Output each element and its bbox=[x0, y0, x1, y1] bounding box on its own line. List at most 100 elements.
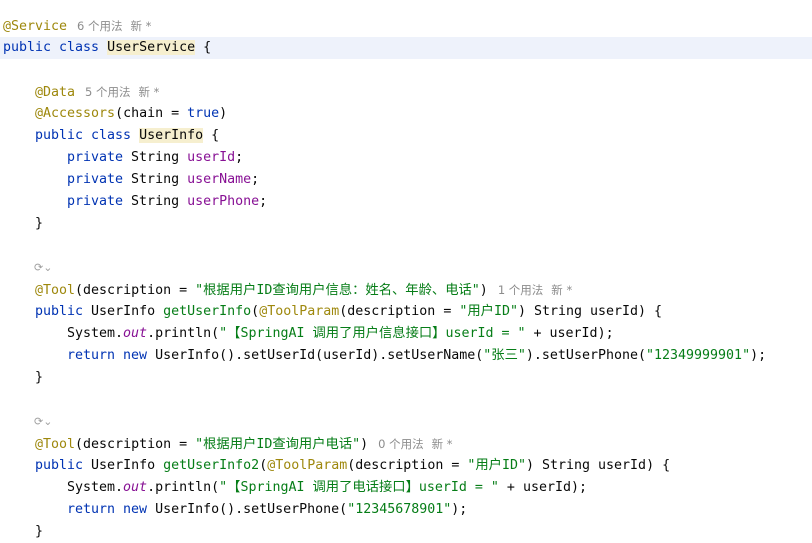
code-line[interactable] bbox=[0, 389, 812, 411]
code-token: userPhone bbox=[187, 194, 260, 209]
code-token: out bbox=[123, 326, 148, 341]
code-editor[interactable]: @Service 6 个用法新 * public class UserService… bbox=[0, 0, 812, 539]
code-line[interactable]: ⟳⌄ bbox=[0, 257, 812, 279]
code-token: (description = bbox=[339, 304, 460, 319]
code-token: userName bbox=[187, 172, 252, 187]
usages-hint[interactable]: 0 个用法 bbox=[378, 437, 423, 451]
code-token: + userId); bbox=[525, 326, 614, 341]
code-token: } bbox=[35, 216, 44, 231]
code-token: UserInfo bbox=[91, 458, 164, 473]
code-token: ) String userId) { bbox=[525, 458, 671, 473]
author-hint[interactable]: 新 * bbox=[139, 85, 160, 99]
code-token: ).setUserPhone( bbox=[525, 348, 646, 363]
code-token: "【SpringAI 调用了电话接口】userId = " bbox=[219, 480, 499, 495]
code-line[interactable]: private String userId; bbox=[0, 147, 812, 169]
code-token: (chain = bbox=[115, 106, 188, 121]
code-token: @Accessors bbox=[35, 106, 116, 121]
author-hint[interactable]: 新 * bbox=[131, 19, 152, 33]
code-token: userId bbox=[187, 150, 236, 165]
code-token: { bbox=[195, 40, 212, 55]
code-line[interactable]: return new UserInfo().setUserId(userId).… bbox=[0, 345, 812, 367]
code-line[interactable]: System.out.println("【SpringAI 调用了用户信息接口】… bbox=[0, 323, 812, 345]
code-line[interactable]: public class UserService { bbox=[0, 37, 812, 59]
code-token: UserService bbox=[107, 40, 196, 55]
code-token: UserInfo bbox=[139, 128, 204, 143]
code-line[interactable]: @Accessors(chain = true) bbox=[0, 103, 812, 125]
code-token: System. bbox=[67, 480, 124, 495]
code-token: (description = bbox=[75, 283, 196, 298]
code-token: ); bbox=[750, 348, 767, 363]
code-line[interactable]: } bbox=[0, 213, 812, 235]
code-line[interactable]: ⟳⌄ bbox=[0, 411, 812, 433]
code-token: .println( bbox=[147, 326, 220, 341]
code-line[interactable]: } bbox=[0, 521, 812, 543]
code-token: "12345678901" bbox=[347, 502, 452, 517]
code-token: return new bbox=[67, 348, 156, 363]
code-token: out bbox=[123, 480, 148, 495]
author-hint[interactable]: 新 * bbox=[432, 437, 453, 451]
code-line[interactable]: } bbox=[0, 367, 812, 389]
code-token: String bbox=[131, 194, 188, 209]
usages-hint[interactable]: 1 个用法 bbox=[498, 283, 543, 297]
code-line[interactable]: return new UserInfo().setUserPhone("1234… bbox=[0, 499, 812, 521]
code-token: (description = bbox=[347, 458, 468, 473]
code-token: @Data bbox=[35, 85, 76, 100]
code-token: String bbox=[131, 172, 188, 187]
code-line[interactable]: public class UserInfo { bbox=[0, 125, 812, 147]
code-token: return new bbox=[67, 502, 156, 517]
code-line[interactable] bbox=[0, 235, 812, 257]
code-line[interactable]: private String userPhone; bbox=[0, 191, 812, 213]
code-line[interactable]: @Service 6 个用法新 * bbox=[0, 15, 812, 37]
code-token: { bbox=[203, 128, 220, 143]
code-token: UserInfo().setUserPhone( bbox=[155, 502, 348, 517]
code-line[interactable]: @Tool(description = "根据用户ID查询用户信息：姓名、年龄、… bbox=[0, 279, 812, 301]
code-line[interactable]: public UserInfo getUserInfo2(@ToolParam(… bbox=[0, 455, 812, 477]
code-token: ; bbox=[259, 194, 268, 209]
code-line[interactable]: @Data 5 个用法新 * bbox=[0, 81, 812, 103]
code-token: ); bbox=[451, 502, 468, 517]
code-token: "【SpringAI 调用了用户信息接口】userId = " bbox=[219, 326, 526, 341]
code-token: public class bbox=[35, 128, 140, 143]
code-token: ( bbox=[251, 304, 260, 319]
code-token: + userId); bbox=[498, 480, 587, 495]
ai-generate-icon[interactable]: ⟳⌄ bbox=[34, 411, 52, 433]
code-token: System. bbox=[67, 326, 124, 341]
code-line[interactable]: @Tool(description = "根据用户ID查询用户电话") 0 个用法… bbox=[0, 433, 812, 455]
code-line[interactable] bbox=[0, 59, 812, 81]
code-token: @ToolParam bbox=[267, 458, 348, 473]
code-token: "用户ID" bbox=[467, 458, 526, 473]
code-token: public class bbox=[3, 40, 108, 55]
author-hint[interactable]: 新 * bbox=[551, 283, 572, 297]
code-token: UserInfo().setUserId(userId).setUserName… bbox=[155, 348, 484, 363]
code-token: String bbox=[131, 150, 188, 165]
code-token: getUserInfo2 bbox=[163, 458, 260, 473]
code-token: @Service bbox=[3, 19, 68, 34]
code-token: public bbox=[35, 458, 92, 473]
code-token: } bbox=[35, 524, 44, 539]
code-token: ) String userId) { bbox=[517, 304, 663, 319]
code-token: private bbox=[67, 172, 132, 187]
code-token: ; bbox=[251, 172, 260, 187]
code-token: private bbox=[67, 194, 132, 209]
code-token: @ToolParam bbox=[259, 304, 340, 319]
code-line[interactable]: System.out.println("【SpringAI 调用了电话接口】us… bbox=[0, 477, 812, 499]
code-token: "张三" bbox=[483, 348, 526, 363]
code-token: @Tool bbox=[35, 437, 76, 452]
ai-generate-icon[interactable]: ⟳⌄ bbox=[34, 257, 52, 279]
code-token: } bbox=[35, 370, 44, 385]
code-token: ( bbox=[259, 458, 268, 473]
code-token: "根据用户ID查询用户信息：姓名、年龄、电话" bbox=[195, 283, 480, 298]
code-token: "根据用户ID查询用户电话" bbox=[195, 437, 361, 452]
code-line[interactable]: public UserInfo getUserInfo(@ToolParam(d… bbox=[0, 301, 812, 323]
code-token: "12349999901" bbox=[646, 348, 751, 363]
usages-hint[interactable]: 5 个用法 bbox=[85, 85, 130, 99]
code-token: ; bbox=[235, 150, 244, 165]
code-token: UserInfo bbox=[91, 304, 164, 319]
code-token: @Tool bbox=[35, 283, 76, 298]
code-token: ) bbox=[479, 283, 488, 298]
code-token: .println( bbox=[147, 480, 220, 495]
usages-hint[interactable]: 6 个用法 bbox=[77, 19, 122, 33]
code-line[interactable]: private String userName; bbox=[0, 169, 812, 191]
code-token: ) bbox=[219, 106, 228, 121]
code-token: getUserInfo bbox=[163, 304, 252, 319]
